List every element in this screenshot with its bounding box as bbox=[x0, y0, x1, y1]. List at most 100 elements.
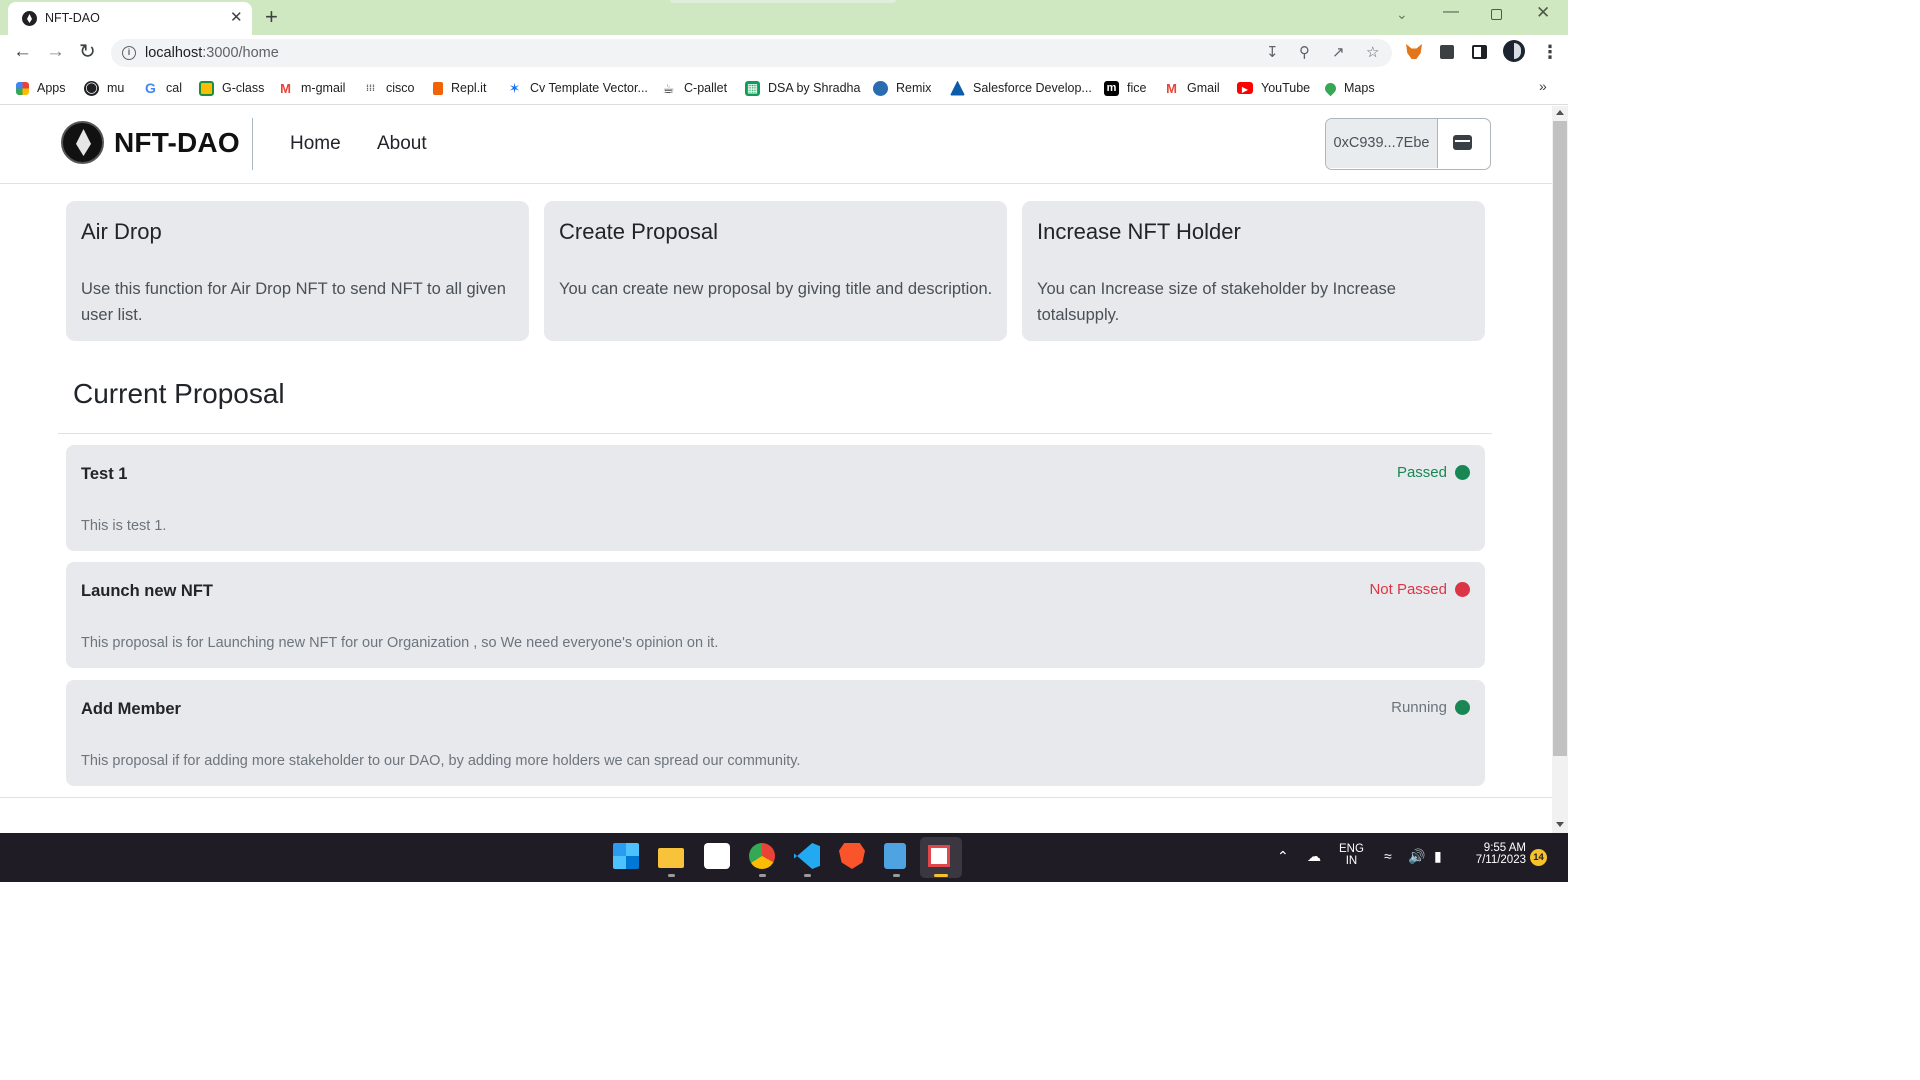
notepad-icon[interactable] bbox=[884, 843, 906, 869]
share-icon[interactable]: ↗ bbox=[1332, 43, 1345, 61]
youtube-icon: ▶ bbox=[1237, 82, 1253, 94]
notification-badge[interactable]: 14 bbox=[1530, 849, 1547, 866]
side-panel-icon[interactable] bbox=[1472, 45, 1487, 59]
bookmark-replit[interactable]: Repl.it bbox=[433, 79, 486, 97]
bookmarks-bar: Apps ◯ mu Gcal G-class Mm-gmail ⁞⁞⁞ cisco … bbox=[0, 71, 1568, 105]
proposal-item[interactable]: Add Member Running This proposal if for … bbox=[66, 680, 1485, 786]
status-text: Passed bbox=[1396, 464, 1447, 481]
window-restore-button[interactable] bbox=[1491, 9, 1502, 20]
window-minimize-button[interactable]: — bbox=[1443, 3, 1459, 21]
nav-link-home[interactable]: Home bbox=[290, 133, 341, 155]
bookmark-label: Maps bbox=[1344, 81, 1375, 95]
metamask-extension-icon[interactable] bbox=[1406, 44, 1422, 59]
chrome-menu-icon[interactable]: ⋮ bbox=[1541, 42, 1559, 63]
zoom-icon[interactable]: ⚲ bbox=[1299, 43, 1310, 61]
bookmark-dsa[interactable]: ▦ DSA by Shradha bbox=[745, 79, 860, 97]
snipping-tool-icon[interactable] bbox=[928, 845, 950, 867]
bookmark-mu[interactable]: ◯ mu bbox=[84, 79, 124, 97]
card-title: Create Proposal bbox=[559, 219, 718, 244]
bookmark-c-pallet[interactable]: ☕ C-pallet bbox=[661, 79, 727, 97]
clock-time: 9:55 AM bbox=[1483, 842, 1526, 854]
proposal-description: This proposal if for adding more stakeho… bbox=[81, 753, 801, 769]
page-footer-divider bbox=[0, 797, 1552, 798]
bookmark-star-icon[interactable]: ☆ bbox=[1366, 43, 1379, 61]
window-drag-area[interactable] bbox=[670, 0, 896, 3]
page-scrollbar[interactable] bbox=[1552, 106, 1568, 833]
bookmark-g-class[interactable]: G-class bbox=[199, 79, 264, 97]
bookmark-fice[interactable]: m fice bbox=[1104, 79, 1146, 97]
scroll-down-arrow-icon[interactable] bbox=[1556, 822, 1564, 827]
onedrive-offline-icon[interactable]: ☁ bbox=[1307, 848, 1321, 865]
tab-search-chevron-icon[interactable]: ⌄ bbox=[1396, 6, 1408, 23]
sheets-icon: ▦ bbox=[745, 80, 760, 96]
reload-button[interactable]: ↻ bbox=[79, 39, 96, 64]
scroll-up-arrow-icon[interactable] bbox=[1556, 110, 1564, 115]
globe-icon: ◯ bbox=[84, 80, 99, 96]
tab-close-icon[interactable]: ✕ bbox=[230, 8, 243, 26]
proposal-title: Add Member bbox=[81, 700, 181, 718]
chrome-icon[interactable] bbox=[749, 843, 775, 869]
back-button[interactable]: ← bbox=[13, 41, 32, 63]
scrollbar-thumb[interactable] bbox=[1553, 121, 1567, 756]
battery-icon[interactable]: ▮ bbox=[1434, 848, 1442, 865]
url-text[interactable]: localhost:3000/home bbox=[145, 45, 279, 61]
wallet-connect-group: 0xC939...7Ebe bbox=[1325, 118, 1491, 170]
forward-button[interactable]: → bbox=[46, 41, 65, 63]
m-logo-icon: m bbox=[1104, 80, 1119, 96]
file-explorer-icon[interactable] bbox=[658, 848, 684, 868]
running-indicator bbox=[759, 874, 766, 877]
bookmark-label: Cv Template Vector... bbox=[530, 81, 648, 95]
language-indicator[interactable]: ENG IN bbox=[1339, 843, 1364, 867]
proposal-item[interactable]: Launch new NFT Not Passed This proposal … bbox=[66, 562, 1485, 668]
proposal-item[interactable]: Test 1 Passed This is test 1. bbox=[66, 445, 1485, 551]
bookmark-label: mu bbox=[107, 81, 125, 95]
extensions-puzzle-icon[interactable] bbox=[1440, 45, 1454, 59]
bookmark-remix[interactable]: Remix bbox=[873, 79, 931, 97]
bookmarks-overflow-icon[interactable]: » bbox=[1539, 78, 1547, 94]
new-tab-button[interactable]: + bbox=[265, 4, 278, 30]
bookmark-maps[interactable]: Maps bbox=[1322, 79, 1375, 97]
show-hidden-icons-icon[interactable]: ⌃ bbox=[1277, 848, 1289, 865]
microsoft-store-icon[interactable] bbox=[704, 843, 730, 869]
section-title: Current Proposal bbox=[73, 378, 285, 409]
proposal-status: Running bbox=[1391, 699, 1470, 716]
ethereum-logo-icon[interactable] bbox=[61, 121, 104, 164]
wallet-icon[interactable] bbox=[1453, 135, 1472, 150]
bookmark-gmail[interactable]: M Gmail bbox=[1164, 79, 1220, 97]
window-close-button[interactable]: ✕ bbox=[1536, 3, 1550, 23]
card-text: You can create new proposal by giving ti… bbox=[559, 280, 993, 298]
card-increase-nft-holder[interactable]: Increase NFT Holder You can Increase siz… bbox=[1022, 201, 1485, 341]
bookmark-salesforce[interactable]: Salesforce Develop... bbox=[950, 79, 1092, 97]
clock[interactable]: 9:55 AM 7/11/2023 bbox=[1462, 842, 1526, 866]
profile-avatar[interactable] bbox=[1503, 40, 1525, 62]
nav-link-about[interactable]: About bbox=[377, 133, 427, 155]
windows-start-icon[interactable] bbox=[613, 843, 639, 869]
install-app-icon[interactable]: ↧ bbox=[1266, 43, 1279, 61]
region-code: IN bbox=[1345, 855, 1358, 867]
brand-name[interactable]: NFT-DAO bbox=[114, 127, 240, 159]
card-title: Increase NFT Holder bbox=[1037, 219, 1241, 244]
browser-toolbar: ← → ↻ i localhost:3000/home ↧ ⚲ ↗ ☆ ⋮ bbox=[0, 35, 1568, 71]
running-indicator bbox=[668, 874, 675, 877]
card-create-proposal[interactable]: Create Proposal You can create new propo… bbox=[544, 201, 1007, 341]
wallet-address-field[interactable]: 0xC939...7Ebe bbox=[1326, 119, 1438, 168]
site-info-icon[interactable]: i bbox=[122, 46, 136, 60]
bookmark-apps[interactable]: Apps bbox=[16, 79, 66, 97]
bookmark-label: Salesforce Develop... bbox=[973, 81, 1092, 95]
address-bar[interactable]: i localhost:3000/home ↧ ⚲ ↗ ☆ bbox=[111, 39, 1392, 67]
card-air-drop[interactable]: Air Drop Use this function for Air Drop … bbox=[66, 201, 529, 341]
bookmark-m-gmail[interactable]: Mm-gmail bbox=[278, 79, 345, 97]
wifi-icon[interactable]: ≈ bbox=[1384, 848, 1392, 864]
url-host: localhost bbox=[145, 45, 203, 61]
vscode-icon[interactable] bbox=[794, 843, 820, 869]
brave-browser-icon[interactable] bbox=[839, 843, 865, 869]
trailhead-icon bbox=[950, 80, 965, 96]
classroom-icon bbox=[199, 80, 214, 96]
volume-icon[interactable]: 🔊 bbox=[1408, 848, 1425, 865]
bookmark-cisco[interactable]: ⁞⁞⁞ cisco bbox=[363, 79, 414, 97]
bookmark-youtube[interactable]: ▶ YouTube bbox=[1237, 79, 1310, 97]
ethereum-favicon-icon bbox=[22, 11, 37, 26]
bookmark-cal[interactable]: Gcal bbox=[143, 79, 182, 97]
browser-tab[interactable]: NFT-DAO ✕ bbox=[8, 2, 252, 35]
bookmark-cv-template[interactable]: ✶ Cv Template Vector... bbox=[507, 79, 648, 97]
